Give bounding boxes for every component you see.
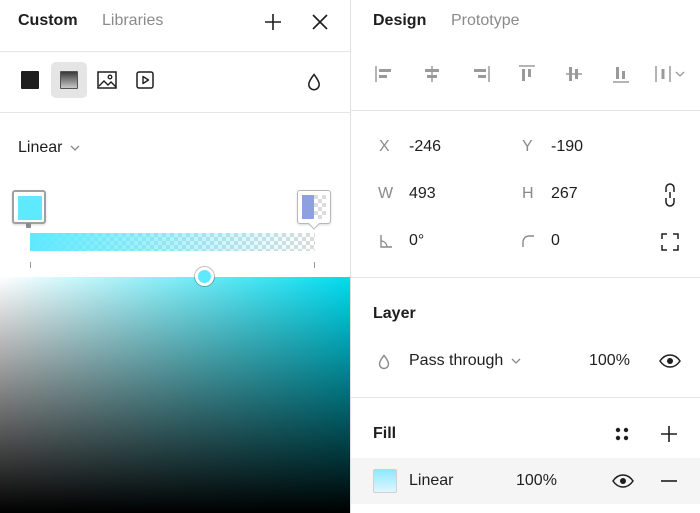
align-vertical-center-button[interactable] [563,63,585,85]
fill-visibility-button[interactable] [611,471,635,491]
add-style-button[interactable] [262,11,284,33]
stop-pointer [26,223,31,228]
y-field[interactable]: -190 [551,138,583,156]
corner-radius-icon [520,233,536,249]
fill-swatch[interactable] [373,469,397,493]
x-label: X [379,138,390,155]
remove-fill-button[interactable] [659,471,679,491]
divider [351,397,700,398]
close-icon [312,14,328,30]
eye-icon [659,354,681,368]
h-label: H [522,185,534,202]
layer-section-title: Layer [373,305,416,322]
plus-icon [661,426,677,442]
align-middle-icon [566,67,582,81]
independent-corners-button[interactable] [659,231,681,253]
eye-icon [612,474,634,488]
rotation-field[interactable]: 0° [409,232,424,250]
stop-swatch [302,195,326,219]
gradient-bar[interactable] [30,233,315,251]
fill-opacity-field[interactable]: 100% [516,472,557,490]
align-bottom-icon [613,67,629,83]
corner-radius-field[interactable]: 0 [551,232,560,250]
tab-design[interactable]: Design [373,12,426,30]
video-icon [136,71,154,89]
fill-type-video-button[interactable] [127,62,163,98]
tab-libraries[interactable]: Libraries [102,12,163,30]
add-fill-button[interactable] [659,424,679,444]
color-field-handle[interactable] [195,267,214,286]
fill-type-solid-button[interactable] [12,62,48,98]
divider [0,112,350,113]
fill-section-title: Fill [373,425,397,442]
color-picker-panel: Custom Libraries Linear [0,0,350,513]
constrain-proportions-button[interactable] [660,182,680,208]
gradient-stop-start[interactable] [12,190,46,224]
gradient-type-label: Linear [18,139,63,156]
distribute-icon [655,66,685,82]
image-icon [97,71,117,89]
align-right-button[interactable] [470,63,492,85]
align-horizontal-center-button[interactable] [421,63,443,85]
design-panel: Design Prototype X -246 Y -190 W 493 H 2… [351,0,700,513]
close-button[interactable] [309,11,331,33]
align-top-button[interactable] [516,63,538,85]
fill-type-gradient-button[interactable] [51,62,87,98]
divider [351,110,700,111]
w-label: W [378,185,394,202]
layer-opacity-field[interactable]: 100% [589,352,630,370]
chevron-down-icon [71,145,80,151]
plus-icon [265,14,281,30]
drop-icon [308,73,320,91]
fill-type-image-button[interactable] [89,62,125,98]
divider [351,277,700,278]
rotation-icon [378,233,394,249]
blend-mode-drop-icon [377,353,391,371]
chevron-down-icon [511,358,521,364]
align-left-icon [375,66,391,82]
align-right-icon [474,66,490,82]
tab-prototype[interactable]: Prototype [451,12,519,30]
blend-mode-label: Pass through [409,352,504,369]
w-field[interactable]: 493 [409,185,436,203]
eyedropper-button[interactable] [304,72,324,92]
color-field[interactable] [0,277,350,513]
h-field[interactable]: 267 [551,185,578,203]
divider [0,51,350,52]
align-top-icon [519,65,535,81]
tab-custom[interactable]: Custom [18,12,78,30]
bar-tick [30,262,31,268]
align-left-button[interactable] [373,63,395,85]
distribute-menu-button[interactable] [651,63,691,85]
fill-type-label[interactable]: Linear [409,472,453,490]
layer-visibility-button[interactable] [658,351,682,371]
blend-mode-dropdown[interactable]: Pass through [409,352,521,370]
fill-styles-button[interactable] [612,424,632,444]
align-center-icon [425,66,439,82]
corners-icon [661,233,679,251]
y-label: Y [522,138,533,155]
gradient-icon [60,71,78,89]
align-bottom-button[interactable] [610,63,632,85]
minus-icon [661,480,677,482]
stop-swatch [18,196,42,220]
link-icon [665,183,675,207]
x-field[interactable]: -246 [409,138,441,156]
bar-tick [314,262,315,268]
solid-icon [21,71,39,89]
gradient-type-dropdown[interactable]: Linear [18,139,80,157]
styles-icon [615,427,629,441]
